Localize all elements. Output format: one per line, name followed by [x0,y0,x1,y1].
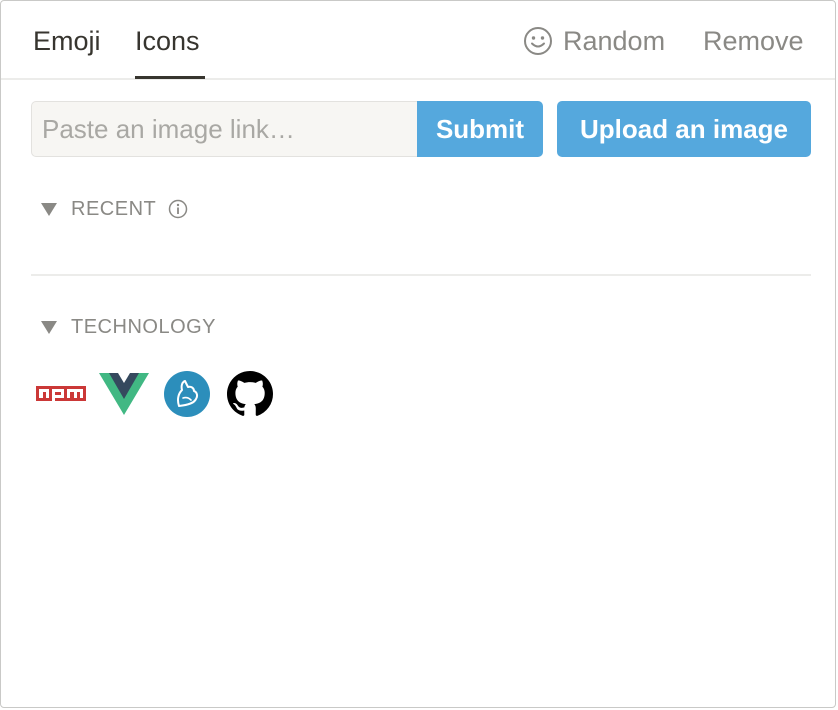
caret-down-icon [41,202,57,216]
submit-button[interactable]: Submit [417,101,543,157]
yarn-icon[interactable] [163,367,227,421]
vue-icon[interactable] [99,367,163,421]
random-label: Random [563,26,666,56]
technology-section-header[interactable]: TECHNOLOGY [41,314,216,340]
recent-section-title: RECENT [71,198,157,220]
technology-section-title: TECHNOLOGY [71,316,217,338]
picker-header: Emoji Icons Random Remove [1,1,835,80]
smiley-face-icon [523,26,553,56]
github-icon[interactable] [227,367,291,421]
info-icon[interactable] [168,199,188,219]
icon-picker-panel: Emoji Icons Random Remove Submit Upload … [0,0,836,708]
upload-image-button[interactable]: Upload an image [557,101,811,157]
section-divider [31,274,811,276]
image-link-input[interactable] [31,101,417,157]
random-button[interactable]: Random [523,23,665,59]
caret-down-icon [41,320,57,334]
active-tab-indicator [135,76,205,79]
recent-section-header[interactable]: RECENT [41,196,188,222]
tab-emoji[interactable]: Emoji [33,23,101,59]
remove-button[interactable]: Remove [703,23,804,59]
npm-icon[interactable] [35,367,99,421]
technology-icon-grid [35,367,291,421]
tab-icons[interactable]: Icons [135,23,200,59]
